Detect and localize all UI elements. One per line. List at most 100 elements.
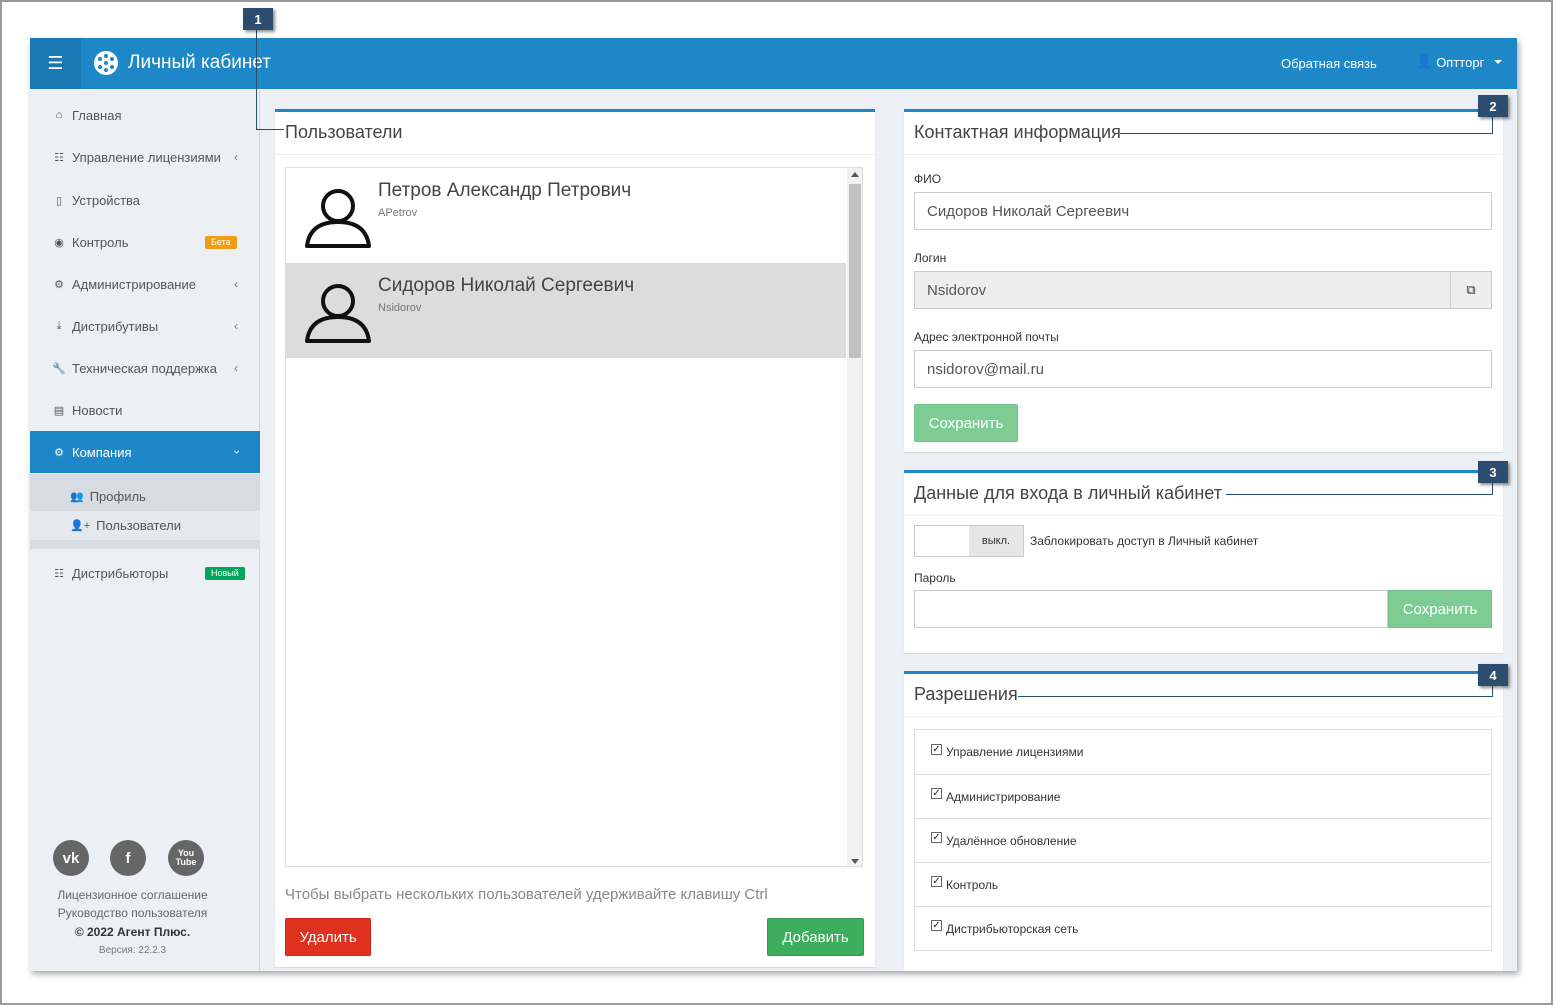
user-avatar-icon: [305, 189, 371, 248]
password-field[interactable]: [914, 590, 1388, 628]
sidebar-item-label: Устройства: [72, 192, 141, 208]
logo-icon: [94, 51, 118, 75]
sidebar-item-label: Техническая поддержка: [72, 360, 217, 376]
callout-3: 3: [1478, 461, 1508, 483]
login-data-panel: Данные для входа в личный кабинет выкл. …: [904, 470, 1503, 653]
permissions-panel: Разрешения ✓ Управление лицензиями ✓ Адм…: [904, 671, 1503, 971]
sidebar-subitem-users[interactable]: 👤+ Пользователи: [30, 511, 260, 540]
home-icon: ⌂: [55, 109, 63, 121]
chevron-left-icon: ‹: [234, 319, 238, 333]
chevron-left-icon: ‹: [234, 361, 238, 375]
list-item-selected[interactable]: Сидоров Николай Сергеевич Nsidorov: [286, 263, 846, 358]
sidebar-item-label: Администрирование: [72, 276, 196, 292]
divider: [904, 515, 1503, 516]
fio-field[interactable]: Сидоров Николай Сергеевич: [914, 192, 1492, 230]
active-indicator: [260, 444, 269, 460]
user-list[interactable]: Петров Александр Петрович APetrov Сидоро…: [285, 167, 863, 867]
divider: [275, 154, 875, 155]
sidebar-item-label: Дистрибутивы: [72, 318, 159, 334]
checkbox-checked-icon[interactable]: ✓: [931, 876, 942, 887]
permission-row[interactable]: ✓ Управление лицензиями: [915, 730, 1491, 774]
sidebar-item-licenses[interactable]: ☷ Управление лицензиями ‹: [30, 136, 260, 178]
save-password-button[interactable]: Сохранить: [1388, 590, 1492, 628]
fio-label: ФИО: [914, 172, 942, 186]
facebook-icon[interactable]: f: [110, 840, 146, 876]
copy-button[interactable]: ⧉: [1450, 272, 1491, 308]
email-field[interactable]: nsidorov@mail.ru: [914, 350, 1492, 388]
new-badge: Новый: [205, 567, 245, 580]
login-label: Логин: [914, 251, 947, 265]
checkbox-checked-icon[interactable]: ✓: [931, 920, 942, 931]
block-access-label: Заблокировать доступ в Личный кабинет: [1030, 534, 1259, 548]
sidebar-item-label: Компания: [72, 444, 132, 460]
version: Версия: 22.2.3: [98, 945, 167, 956]
sidebar-item-distributors[interactable]: ☷ Дистрибьюторы Новый: [30, 552, 260, 594]
sidebar-item-company[interactable]: ⚙ Компания ‹: [30, 431, 269, 473]
copyright: © 2022 Агент Плюс.: [74, 925, 191, 939]
sidebar-item-control[interactable]: ◉ Контроль Бета: [30, 221, 260, 263]
login-field[interactable]: Nsidorov ⧉: [914, 271, 1492, 309]
user-menu[interactable]: 👤 Оптторг: [1416, 54, 1503, 70]
sidebar-item-label: Главная: [72, 107, 122, 123]
contact-panel: Контактная информация ФИО Сидоров Никола…: [904, 109, 1503, 452]
license-link[interactable]: Лицензионное соглашение: [30, 888, 235, 902]
list-item[interactable]: Петров Александр Петрович APetrov: [286, 168, 846, 263]
app-window: ☰ Личный кабинет Обратная связь 👤 Опттор…: [30, 38, 1517, 971]
scroll-down-arrow-icon[interactable]: [851, 859, 859, 864]
add-user-button[interactable]: Добавить: [767, 918, 864, 956]
login-value: Nsidorov: [927, 281, 987, 299]
user-name: Петров Александр Петрович: [378, 180, 632, 201]
delete-button[interactable]: Удалить: [285, 918, 371, 956]
wrench-icon: 🔧: [52, 362, 66, 375]
sidebar-item-news[interactable]: ▤ Новости: [30, 389, 260, 431]
divider: [904, 154, 1503, 155]
checkbox-checked-icon[interactable]: ✓: [931, 788, 942, 799]
checkbox-checked-icon[interactable]: ✓: [931, 832, 942, 843]
sidebar-item-administration[interactable]: ⚙ Администрирование ‹: [30, 263, 260, 305]
user-login: APetrov: [378, 207, 418, 219]
logo[interactable]: Личный кабинет: [94, 51, 271, 75]
permission-row[interactable]: ✓ Контроль: [915, 862, 1491, 906]
feedback-link[interactable]: Обратная связь: [1281, 56, 1377, 71]
permission-label: Управление лицензиями: [946, 745, 1084, 759]
permission-row[interactable]: ✓ Дистрибьюторская сеть: [915, 906, 1491, 950]
sidebar-subitem-profile[interactable]: 👥 Профиль: [30, 482, 260, 511]
sitemap-icon: ☷: [54, 151, 64, 164]
scrollbar[interactable]: [847, 168, 862, 866]
mobile-icon: ▯: [55, 194, 63, 207]
sidebar-item-label: Контроль: [72, 234, 129, 250]
sidebar-item-home[interactable]: ⌂ Главная: [30, 94, 260, 136]
permissions-table: ✓ Управление лицензиями ✓ Администрирова…: [914, 729, 1492, 951]
gear-icon: ⚙: [54, 446, 64, 459]
gears-icon: ⚙: [54, 278, 64, 291]
callout-line: [256, 30, 257, 130]
user-login: Nsidorov: [378, 302, 422, 314]
permission-label: Контроль: [946, 877, 999, 892]
permission-row[interactable]: ✓ Администрирование: [915, 774, 1491, 818]
block-access-toggle[interactable]: выкл.: [914, 525, 1024, 557]
contact-panel-title: Контактная информация: [914, 122, 1121, 142]
sidebar-item-support[interactable]: 🔧 Техническая поддержка ‹: [30, 347, 260, 389]
sidebar-item-distributions[interactable]: ⤓ Дистрибутивы ‹: [30, 305, 260, 347]
sidebar-item-label: Управление лицензиями: [72, 149, 221, 165]
sidebar-item-devices[interactable]: ▯ Устройства: [30, 179, 260, 221]
scroll-up-arrow-icon[interactable]: [851, 172, 859, 177]
permission-label: Администрирование: [946, 789, 1061, 804]
chevron-down-icon: ‹: [229, 450, 243, 454]
checkbox-checked-icon[interactable]: ✓: [931, 743, 942, 755]
save-contact-button[interactable]: Сохранить: [914, 404, 1018, 442]
sitemap-icon: ☷: [54, 567, 64, 580]
top-header: ☰ Личный кабинет Обратная связь 👤 Опттор…: [30, 38, 1517, 89]
scroll-thumb[interactable]: [849, 184, 861, 358]
manual-link[interactable]: Руководство пользователя: [30, 906, 235, 920]
sidebar-toggle-button[interactable]: ☰: [30, 38, 81, 89]
vk-icon[interactable]: vk: [53, 840, 89, 876]
callout-1: 1: [243, 8, 273, 30]
divider: [904, 716, 1503, 717]
youtube-icon[interactable]: You Tube: [168, 840, 204, 876]
callout-line: [256, 129, 284, 130]
users-panel: Пользователи Петров Александр Петрович A…: [275, 109, 875, 967]
user-avatar-icon: [305, 284, 371, 343]
permission-row[interactable]: ✓ Удалённое обновление: [915, 818, 1491, 862]
login-data-panel-title: Данные для входа в личный кабинет: [914, 483, 1222, 503]
